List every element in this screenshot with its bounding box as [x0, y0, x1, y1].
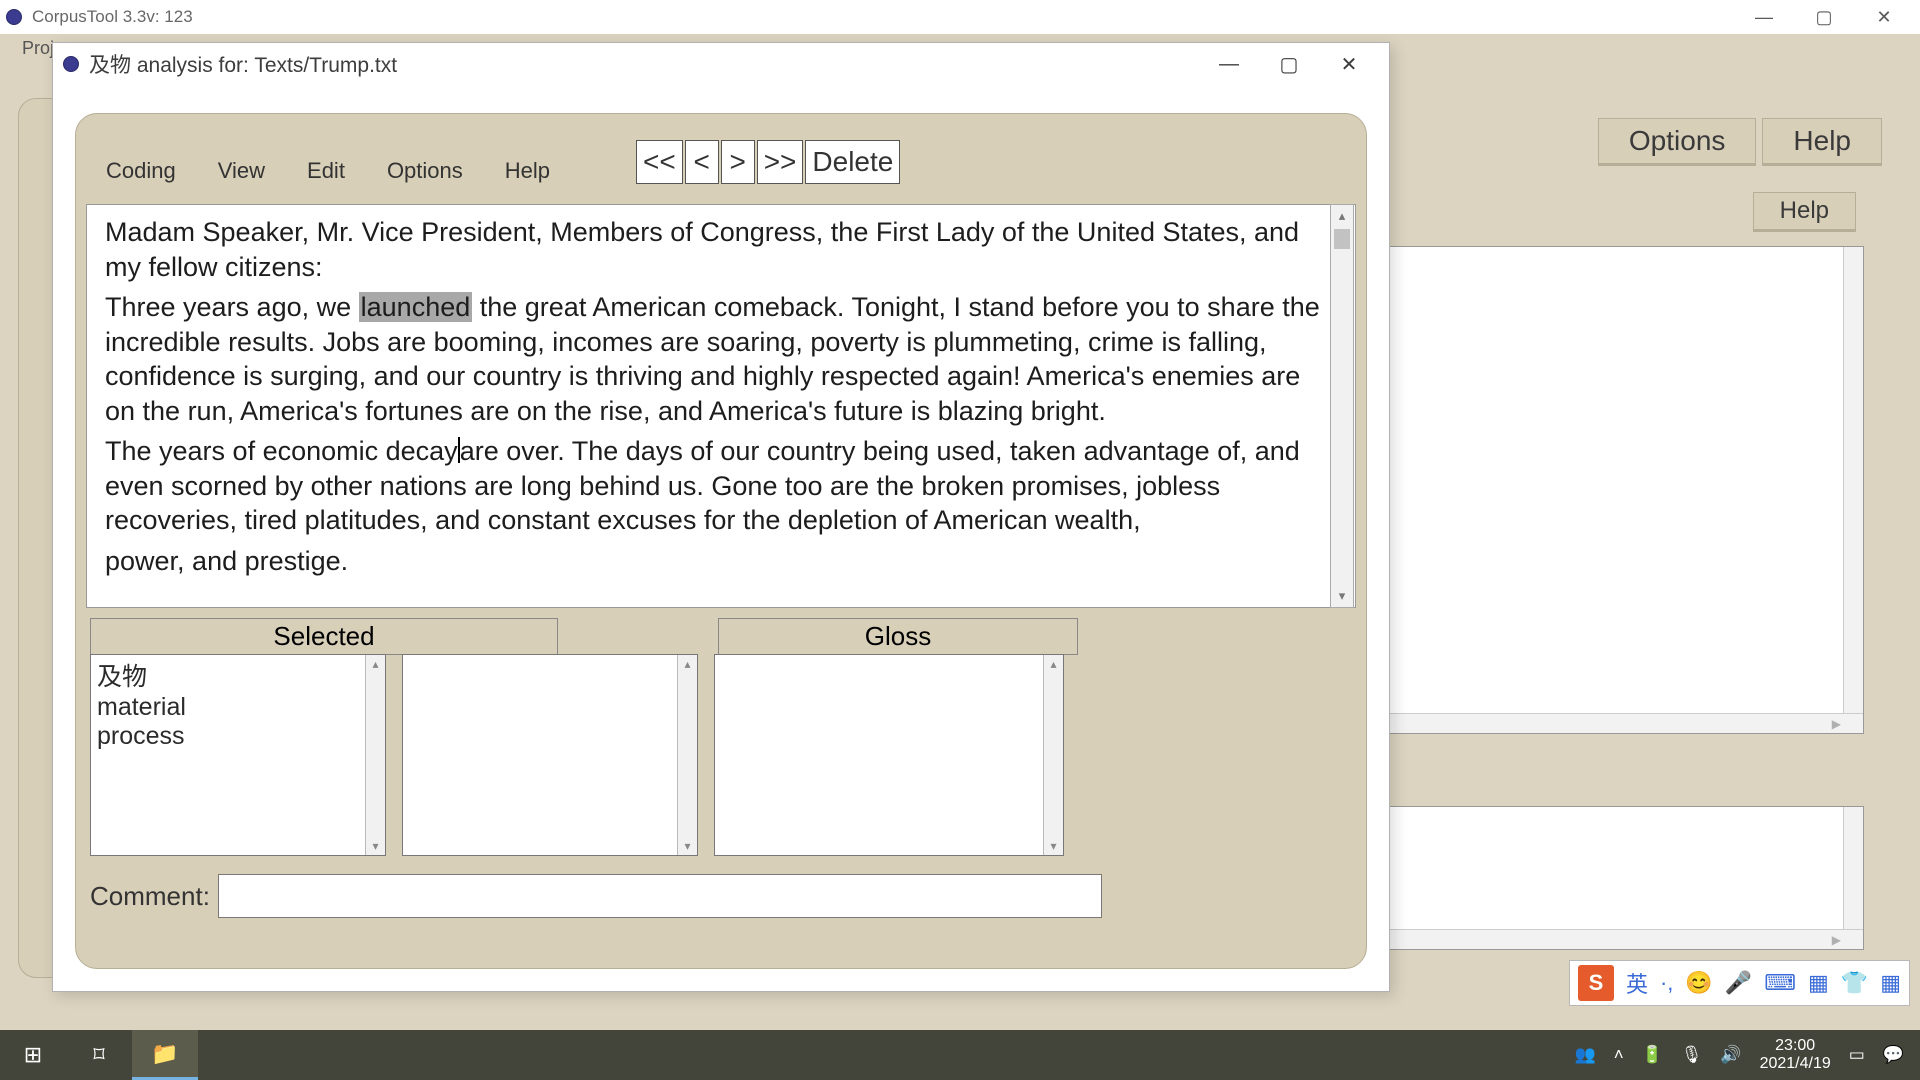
scrollbar-horizontal[interactable]	[1385, 713, 1863, 733]
selected-scrollbar[interactable]: ▴ ▾	[365, 655, 385, 855]
analysis-titlebar: 及物 analysis for: Texts/Trump.txt — ▢ ✕	[53, 43, 1389, 85]
analysis-window: 及物 analysis for: Texts/Trump.txt — ▢ ✕ C…	[52, 42, 1390, 992]
middle-scrollbar[interactable]: ▴ ▾	[677, 655, 697, 855]
selected-item-3[interactable]: process	[97, 722, 379, 751]
nav-prev-button[interactable]: <	[685, 140, 719, 184]
ime-toolbar[interactable]: S 英 ·, 😊 🎤 ⌨ ▦ 👕 ▦	[1569, 960, 1910, 1006]
app-icon	[6, 9, 22, 25]
sogou-icon[interactable]: S	[1578, 965, 1614, 1001]
taskbar: ⊞ ⌑ 📁 👥 ˄ 🔋 🎙 🔊 23:00 2021/4/19 ▭ 💬	[0, 1030, 1920, 1080]
scroll-thumb[interactable]	[1334, 229, 1350, 249]
ime-lang[interactable]: 英	[1626, 967, 1648, 999]
scroll-down-icon[interactable]: ▾	[1044, 837, 1063, 855]
nav-last-button[interactable]: >>	[757, 140, 804, 184]
main-minimize-button[interactable]: —	[1734, 3, 1794, 31]
text-paragraph-1: Madam Speaker, Mr. Vice President, Membe…	[105, 215, 1335, 284]
corpustool-main-window: CorpusTool 3.3v: 123 — ▢ ✕ Proje Options…	[0, 0, 1920, 1060]
menubar: Coding View Edit Options Help	[106, 158, 550, 184]
p2-pre: Three years ago, we	[105, 292, 359, 322]
scroll-up-icon[interactable]: ▴	[678, 655, 697, 673]
ime-mic-icon[interactable]: 🎤	[1725, 970, 1752, 996]
nav-buttons: << < > >> Delete	[636, 140, 900, 184]
comment-row: Comment:	[90, 874, 1102, 918]
comment-input[interactable]	[218, 874, 1102, 918]
analysis-maximize-button[interactable]: ▢	[1259, 44, 1319, 84]
text-paragraph-3: The years of economic decayare over. The…	[105, 434, 1335, 538]
scroll-up-icon[interactable]: ▴	[1044, 655, 1063, 673]
scroll-up-icon[interactable]: ▴	[366, 655, 385, 673]
people-icon[interactable]: 👥	[1575, 1045, 1596, 1065]
textarea-scrollbar[interactable]: ▴ ▾	[1330, 204, 1354, 608]
analysis-body: Coding View Edit Options Help << < > >> …	[75, 113, 1367, 969]
battery-icon[interactable]: 🔋	[1642, 1045, 1663, 1065]
analysis-title: 及物 analysis for: Texts/Trump.txt	[89, 49, 397, 79]
notifications-icon[interactable]: ▭	[1849, 1045, 1865, 1065]
analysis-minimize-button[interactable]: —	[1199, 44, 1259, 84]
clock-date: 2021/4/19	[1760, 1055, 1831, 1073]
menu-coding[interactable]: Coding	[106, 158, 176, 184]
highlighted-word[interactable]: launched	[359, 292, 473, 322]
lists-row: 及物 material process ▴ ▾ ▴ ▾ ▴	[90, 654, 1064, 856]
nav-delete-button[interactable]: Delete	[805, 140, 900, 184]
chat-icon[interactable]: 💬	[1883, 1045, 1904, 1065]
main-title: CorpusTool 3.3v: 123	[32, 7, 193, 27]
gloss-scrollbar[interactable]: ▴ ▾	[1043, 655, 1063, 855]
ime-emoji-icon[interactable]: 😊	[1685, 970, 1712, 996]
main-titlebar: CorpusTool 3.3v: 123 — ▢ ✕	[0, 0, 1920, 34]
selected-listbox[interactable]: 及物 material process ▴ ▾	[90, 654, 386, 856]
ime-punct-icon[interactable]: ·,	[1660, 970, 1673, 996]
clock[interactable]: 23:00 2021/4/19	[1760, 1037, 1831, 1074]
gloss-listbox[interactable]: ▴ ▾	[714, 654, 1064, 856]
ime-grid-icon[interactable]: ▦	[1808, 970, 1829, 996]
tray-chevron-icon[interactable]: ˄	[1614, 1045, 1624, 1065]
header-gloss: Gloss	[718, 618, 1078, 655]
nav-next-button[interactable]: >	[721, 140, 755, 184]
main-maximize-button[interactable]: ▢	[1794, 3, 1854, 31]
scrollbar-horizontal[interactable]	[1385, 929, 1863, 949]
start-button[interactable]: ⊞	[0, 1030, 66, 1080]
ime-skin-icon[interactable]: 👕	[1841, 970, 1868, 996]
right-toolbar: Options Help	[1598, 118, 1882, 164]
system-tray: 👥 ˄ 🔋 🎙 🔊 23:00 2021/4/19 ▭ 💬	[1575, 1037, 1920, 1074]
text-caret	[458, 437, 460, 463]
file-explorer-taskbar-icon[interactable]: 📁	[132, 1030, 198, 1080]
header-selected: Selected	[90, 618, 558, 655]
menu-help[interactable]: Help	[505, 158, 550, 184]
analysis-close-button[interactable]: ✕	[1319, 44, 1379, 84]
scroll-up-icon[interactable]: ▴	[1331, 205, 1353, 227]
menu-view[interactable]: View	[218, 158, 265, 184]
selected-item-2[interactable]: material	[97, 693, 379, 722]
text-paragraph-2: Three years ago, we launched the great A…	[105, 290, 1335, 428]
comment-label: Comment:	[90, 881, 210, 912]
middle-listbox[interactable]: ▴ ▾	[402, 654, 698, 856]
text-paragraph-3c: power, and prestige.	[105, 544, 1335, 579]
ime-more-icon[interactable]: ▦	[1880, 970, 1901, 996]
volume-icon[interactable]: 🔊	[1720, 1045, 1741, 1065]
menu-options[interactable]: Options	[387, 158, 463, 184]
scroll-down-icon[interactable]: ▾	[366, 837, 385, 855]
scroll-down-icon[interactable]: ▾	[678, 837, 697, 855]
scroll-down-icon[interactable]: ▾	[1331, 585, 1353, 607]
text-area[interactable]: Madam Speaker, Mr. Vice President, Membe…	[86, 204, 1356, 608]
help-button[interactable]: Help	[1762, 118, 1882, 164]
ime-keyboard-icon[interactable]: ⌨	[1764, 970, 1796, 996]
nav-first-button[interactable]: <<	[636, 140, 683, 184]
scrollbar-vertical[interactable]	[1843, 247, 1863, 713]
clock-time: 23:00	[1760, 1037, 1831, 1055]
selected-item-1[interactable]: 及物	[97, 657, 379, 693]
right-panel-lower	[1384, 806, 1864, 950]
menu-edit[interactable]: Edit	[307, 158, 345, 184]
task-view-button[interactable]: ⌑	[66, 1030, 132, 1080]
analysis-app-icon	[63, 56, 79, 72]
p3a: The years of economic decay	[105, 436, 458, 466]
main-close-button[interactable]: ✕	[1854, 3, 1914, 31]
help-secondary-button[interactable]: Help	[1753, 192, 1856, 230]
microphone-icon[interactable]: 🎙	[1681, 1045, 1703, 1065]
options-button[interactable]: Options	[1598, 118, 1757, 164]
scrollbar-vertical[interactable]	[1843, 807, 1863, 929]
list-headers: Selected Gloss	[90, 618, 1078, 655]
right-panel-upper	[1384, 246, 1864, 734]
